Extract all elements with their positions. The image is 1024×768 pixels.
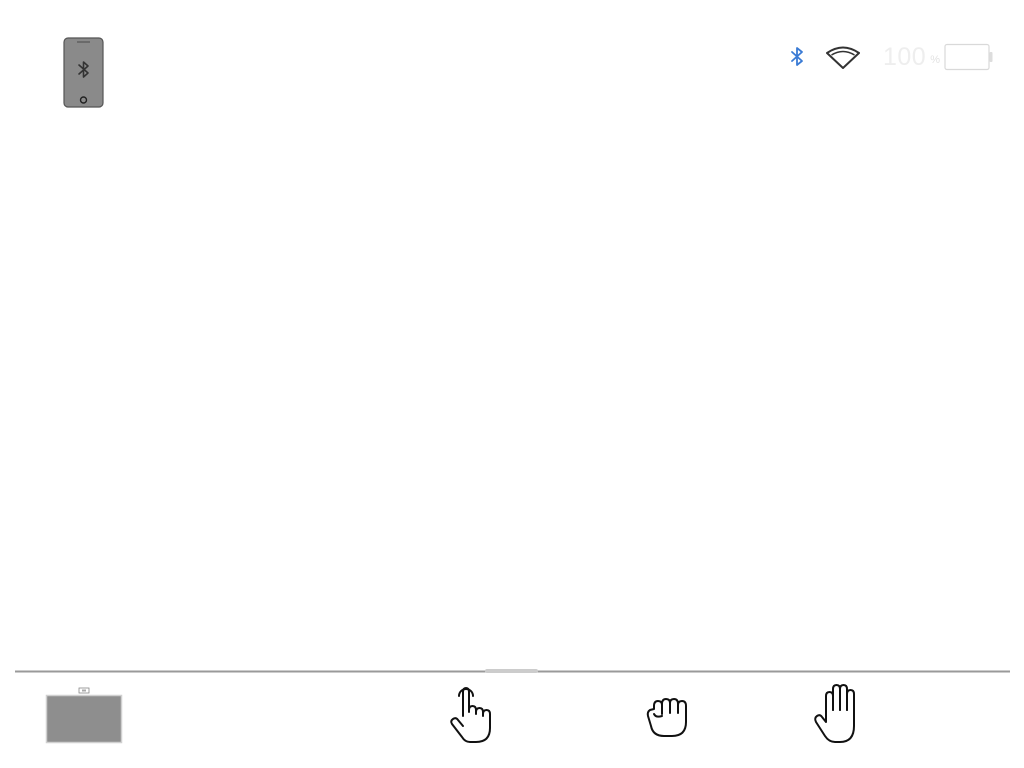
status-bar: 100 % (789, 40, 994, 74)
screen: 100 % (0, 0, 1024, 768)
bluetooth-icon (791, 47, 803, 66)
bluetooth-phone-icon[interactable] (63, 37, 104, 108)
pointing-hand-icon[interactable] (446, 682, 498, 744)
camera-preview-thumbnail[interactable] (45, 687, 123, 744)
wifi-icon (826, 46, 860, 69)
fist-hand-icon[interactable] (644, 692, 692, 740)
open-palm-icon[interactable] (811, 682, 863, 744)
battery-percent-unit: % (930, 54, 940, 66)
battery-icon (944, 43, 993, 71)
battery-percent: 100 (883, 42, 927, 71)
tray-divider (15, 669, 1010, 673)
